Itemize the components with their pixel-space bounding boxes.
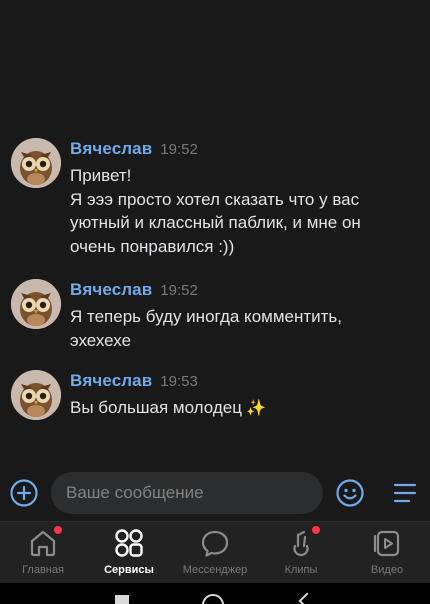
tab-video-icon-wrap <box>370 526 404 560</box>
message-header: Вячеслав 19:52 <box>70 139 198 159</box>
message-line: Вы большая молодец ✨ <box>70 396 415 421</box>
system-home-icon[interactable] <box>202 594 224 604</box>
chat-history[interactable]: Вячеслав 19:52 Привет! Я эээ просто хотел… <box>0 0 430 465</box>
plus-circle-icon <box>10 479 38 507</box>
message-text: Вы большая молодец ✨ <box>70 396 415 421</box>
tab-label: Мессенджер <box>182 564 248 576</box>
tab-label: Видео <box>370 564 404 576</box>
author-name[interactable]: Вячеслав <box>70 371 152 390</box>
tab-clips-icon-wrap <box>284 526 320 560</box>
author-name[interactable]: Вячеслав <box>70 280 152 299</box>
smile-icon <box>336 479 364 507</box>
avatar[interactable] <box>11 279 61 329</box>
message-time: 19:52 <box>160 282 198 299</box>
attach-button[interactable] <box>9 478 39 508</box>
tab-messenger-icon-wrap <box>198 526 232 560</box>
lines-menu-icon <box>393 483 417 503</box>
message-line-text: Вы большая молодец <box>70 398 242 417</box>
author-name[interactable]: Вячеслав <box>70 139 152 158</box>
avatar[interactable] <box>11 370 61 420</box>
services-icon <box>115 529 143 557</box>
system-navigation-bar <box>0 583 430 604</box>
owl-avatar-icon <box>11 370 61 420</box>
emoji-button[interactable] <box>335 478 365 508</box>
message-header: Вячеслав 19:53 <box>70 371 198 391</box>
message-input[interactable]: Ваше сообщение <box>51 472 323 514</box>
tab-label: Клипы <box>284 564 318 576</box>
tab-video[interactable]: Видео <box>344 522 430 584</box>
message-time: 19:52 <box>160 141 198 158</box>
sparkles-emoji: ✨ <box>245 400 266 417</box>
message-text: Привет! Я эээ просто хотел сказать что у… <box>70 164 415 258</box>
message-composer: Ваше сообщение <box>0 465 430 521</box>
bottom-tab-bar: Главная Сервисы Мессенджер Клипы Видео <box>0 521 430 583</box>
avatar[interactable] <box>11 138 61 188</box>
video-icon <box>373 530 400 557</box>
message-text: Я теперь буду иногда комментить, эхехехе <box>70 305 415 352</box>
tab-messenger[interactable]: Мессенджер <box>172 522 258 584</box>
tab-clips[interactable]: Клипы <box>258 522 344 584</box>
messenger-icon <box>201 530 229 557</box>
message-line: эхехехе <box>70 330 132 350</box>
tab-services[interactable]: Сервисы <box>86 522 172 584</box>
owl-avatar-icon <box>11 279 61 329</box>
tab-services-icon-wrap <box>112 526 146 560</box>
message-line: уютный и классный паблик, и мне он <box>70 213 361 232</box>
message-time: 19:53 <box>160 373 198 390</box>
tab-label: Главная <box>22 564 64 576</box>
tab-label: Сервисы <box>104 564 154 576</box>
menu-button[interactable] <box>390 478 420 508</box>
message-line: Я теперь буду иногда комментить, <box>70 307 343 326</box>
message-header: Вячеслав 19:52 <box>70 280 198 300</box>
system-back-icon[interactable] <box>298 592 316 604</box>
tab-home-icon-wrap <box>26 526 62 560</box>
tab-home[interactable]: Главная <box>0 522 86 584</box>
message-line: Привет! <box>70 166 132 185</box>
owl-avatar-icon <box>11 138 61 188</box>
recent-apps-icon[interactable] <box>115 595 129 604</box>
message-line: очень понравился :)) <box>70 236 235 256</box>
notification-badge <box>312 526 320 534</box>
message-input-placeholder: Ваше сообщение <box>66 483 204 502</box>
message-line: Я эээ просто хотел сказать что у вас <box>70 189 360 209</box>
notification-badge <box>54 526 62 534</box>
